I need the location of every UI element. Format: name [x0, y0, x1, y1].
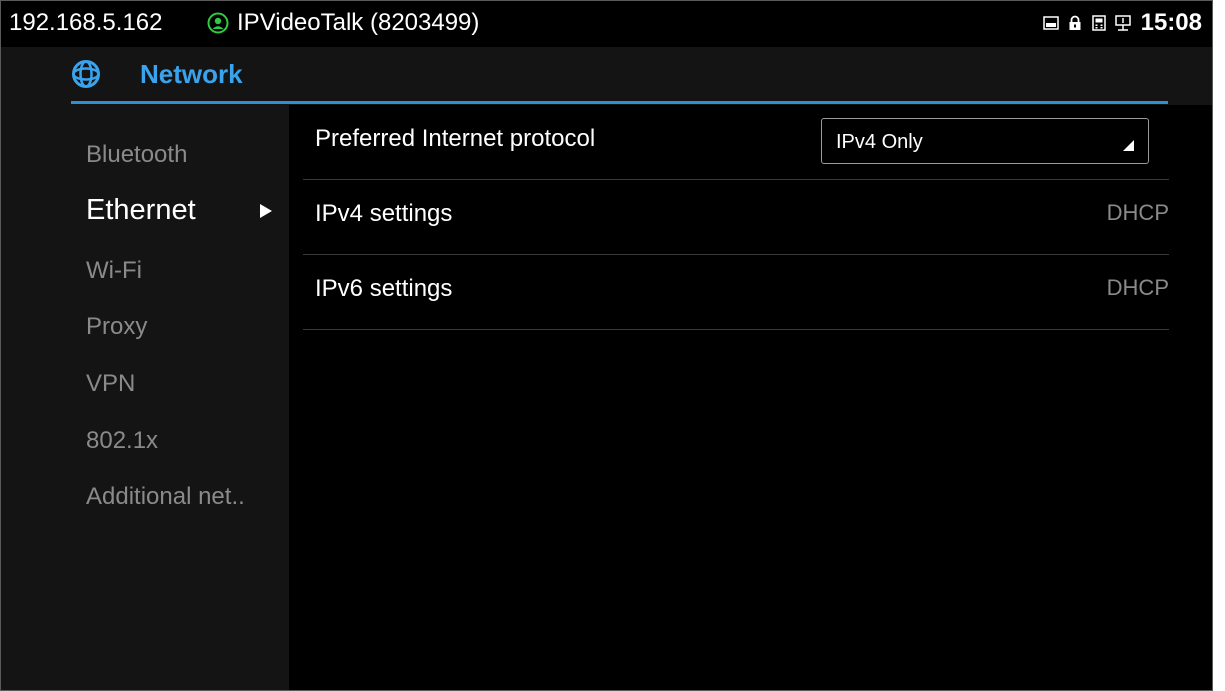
protocol-label: Preferred Internet protocol	[315, 125, 596, 152]
sidebar-item-ethernet[interactable]: Ethernet	[86, 194, 196, 227]
page-header: Network	[1, 47, 1212, 105]
dropdown-caret-icon	[1123, 140, 1134, 151]
status-bar: 192.168.5.162 IPVideoTalk (8203499) 15:0…	[1, 1, 1212, 47]
picture-icon	[1042, 16, 1059, 30]
ipv6-label: IPv6 settings	[315, 275, 453, 302]
page-title: Network	[140, 59, 243, 89]
active-arrow-icon	[260, 204, 272, 218]
account-status: IPVideoTalk (8203499)	[207, 9, 479, 37]
network-settings-icon	[72, 60, 100, 88]
setting-row-ipv6[interactable]: IPv6 settings DHCP	[303, 255, 1169, 330]
sidebar: Bluetooth Ethernet Wi-Fi Proxy VPN 802.1…	[1, 105, 289, 690]
lock-icon	[1069, 15, 1081, 30]
network-icon	[1114, 15, 1131, 31]
ip-address: 192.168.5.162	[9, 9, 163, 36]
account-name: IPVideoTalk (8203499)	[237, 9, 480, 36]
clock: 15:08	[1140, 9, 1202, 36]
sim-icon	[1091, 15, 1106, 31]
protocol-dropdown[interactable]: IPv4 Only	[821, 118, 1149, 164]
account-online-icon	[207, 12, 229, 34]
sidebar-item-proxy[interactable]: Proxy	[86, 313, 147, 341]
setting-row-ipv4[interactable]: IPv4 settings DHCP	[303, 180, 1169, 255]
header-divider	[71, 101, 1168, 104]
ipv4-label: IPv4 settings	[315, 200, 453, 227]
status-icons: 15:08	[1035, 9, 1202, 37]
setting-row-protocol: Preferred Internet protocol IPv4 Only	[303, 105, 1169, 180]
protocol-selected-value: IPv4 Only	[836, 131, 923, 153]
ipv6-value: DHCP	[1106, 275, 1169, 300]
device-screen: 192.168.5.162 IPVideoTalk (8203499) 15:0…	[0, 0, 1213, 691]
settings-panel: Preferred Internet protocol IPv4 Only IP…	[289, 105, 1212, 690]
sidebar-item-vpn[interactable]: VPN	[86, 370, 135, 398]
sidebar-item-additional-network[interactable]: Additional net..	[86, 483, 245, 511]
sidebar-item-wifi[interactable]: Wi-Fi	[86, 257, 142, 285]
ipv4-value: DHCP	[1106, 200, 1169, 225]
sidebar-item-bluetooth[interactable]: Bluetooth	[86, 141, 187, 169]
sidebar-item-8021x[interactable]: 802.1x	[86, 427, 158, 455]
